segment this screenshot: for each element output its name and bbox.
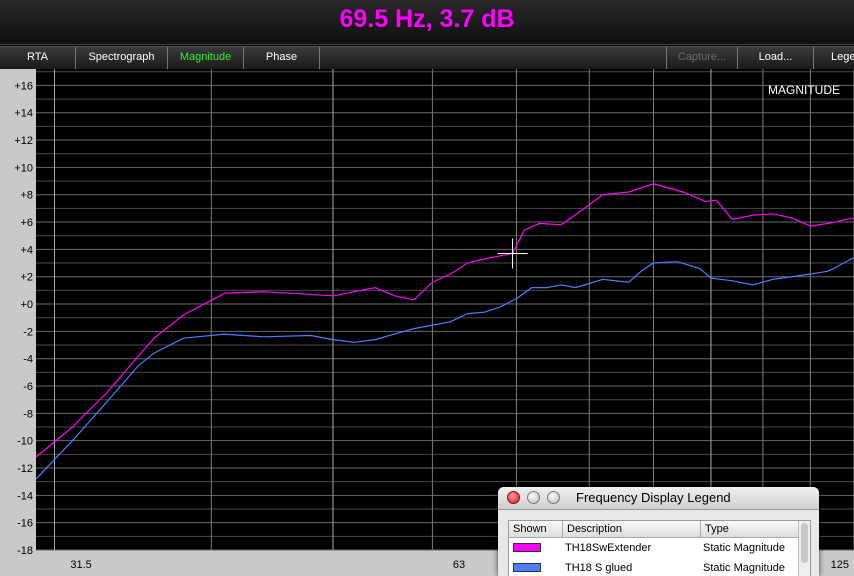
capture-button[interactable]: Capture... [666, 47, 738, 69]
tab-spectrograph-label: Spectrograph [88, 51, 155, 63]
tab-spectrograph[interactable]: Spectrograph [76, 47, 168, 69]
load-button-label: Load... [758, 51, 793, 63]
y-tick-label: -4 [23, 354, 33, 366]
legend-table-header: Shown Description Type [509, 521, 798, 538]
y-tick-label: +8 [20, 190, 33, 202]
x-tick-label: 31.5 [70, 559, 91, 571]
y-tick-label: -16 [17, 518, 33, 530]
y-tick-label: +6 [20, 217, 33, 229]
plot-mode-label: MAGNITUDE [768, 83, 840, 97]
x-tick-label: 125 [831, 559, 849, 571]
y-tick-label: +14 [14, 108, 33, 120]
y-tick-label: +0 [20, 299, 33, 311]
y-tick-label: +10 [14, 162, 33, 174]
capture-button-label: Capture... [677, 51, 727, 63]
legend-title: Frequency Display Legend [576, 490, 731, 505]
series-color-swatch[interactable] [513, 543, 541, 552]
legend-window[interactable]: Frequency Display Legend Shown Descripti… [498, 487, 819, 576]
y-tick-label: +12 [14, 135, 33, 147]
tab-phase[interactable]: Phase [244, 47, 320, 69]
col-type[interactable]: Type [701, 521, 798, 537]
legend-button-label: Lege [831, 51, 854, 63]
legend-scrollbar[interactable] [798, 521, 810, 576]
x-tick-label: 63 [453, 559, 465, 571]
view-tab-bar: RTA Spectrograph Magnitude Phase Capture… [0, 46, 854, 70]
cursor-readout-bar: 69.5 Hz, 3.7 dB [0, 0, 854, 45]
col-shown[interactable]: Shown [509, 521, 563, 537]
y-tick-label: -10 [17, 436, 33, 448]
legend-row-description: TH18SwExtender [565, 542, 652, 554]
tab-magnitude-label: Magnitude [179, 51, 232, 63]
legend-row-type: Static Magnitude [703, 542, 785, 554]
zoom-icon[interactable] [547, 491, 560, 504]
close-icon[interactable] [507, 491, 520, 504]
minimize-icon[interactable] [527, 491, 540, 504]
legend-scroll-thumb[interactable] [801, 523, 808, 563]
y-tick-label: -18 [17, 545, 33, 557]
legend-row-description: TH18 S glued [565, 562, 633, 574]
tab-phase-label: Phase [265, 51, 298, 63]
cursor-readout: 69.5 Hz, 3.7 dB [339, 5, 515, 33]
legend-table: Shown Description Type TH18SwExtender St… [508, 520, 811, 576]
legend-title-bar[interactable]: Frequency Display Legend [498, 487, 819, 510]
y-tick-label: +2 [20, 272, 33, 284]
tab-rta[interactable]: RTA [0, 47, 76, 69]
y-tick-label: +4 [20, 244, 33, 256]
tab-rta-label: RTA [27, 51, 48, 63]
legend-row-type: Static Magnitude [703, 562, 785, 574]
series-color-swatch[interactable] [513, 563, 541, 572]
load-button[interactable]: Load... [738, 47, 814, 69]
y-tick-label: +16 [14, 80, 33, 92]
tab-magnitude[interactable]: Magnitude [168, 47, 244, 69]
legend-row[interactable]: TH18 S glued Static Magnitude [509, 558, 798, 576]
y-tick-label: -14 [17, 490, 33, 502]
legend-row[interactable]: TH18SwExtender Static Magnitude [509, 538, 798, 558]
plot-area [36, 69, 854, 550]
y-tick-label: -2 [23, 326, 33, 338]
legend-button[interactable]: Lege [814, 47, 854, 69]
y-tick-label: -6 [23, 381, 33, 393]
y-tick-label: -12 [17, 463, 33, 475]
y-tick-label: -8 [23, 408, 33, 420]
col-description[interactable]: Description [563, 521, 701, 537]
